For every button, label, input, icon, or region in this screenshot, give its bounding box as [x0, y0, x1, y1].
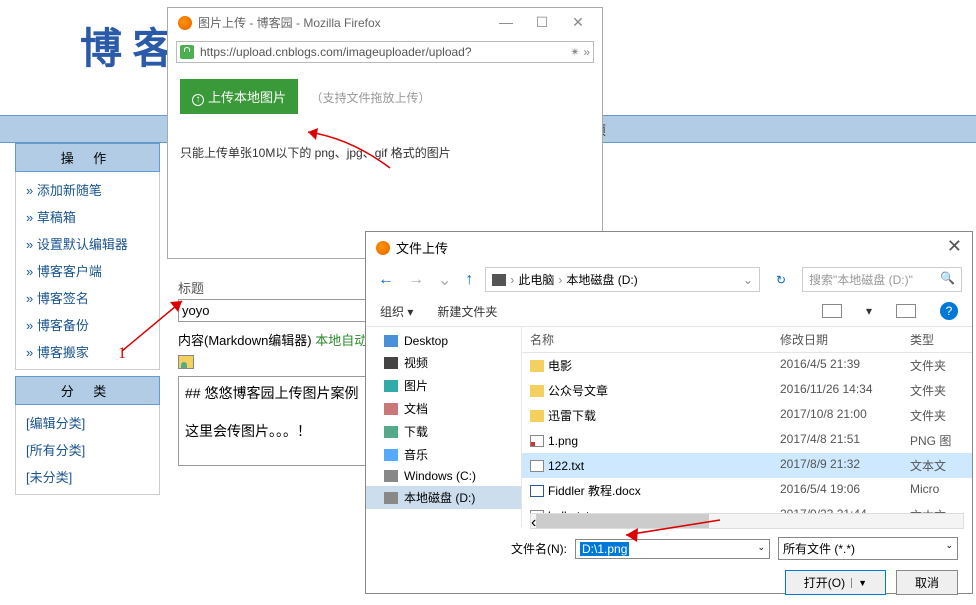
- tree-item[interactable]: 文档: [366, 397, 521, 420]
- autosave-label: 本地自动: [315, 333, 367, 348]
- size-hint: 只能上传单张10M以下的 png、jpg、gif 格式的图片: [180, 144, 590, 161]
- file-row[interactable]: Fiddler 教程.docx2016/5/4 19:06Micro: [522, 478, 972, 503]
- cancel-button[interactable]: 取消: [896, 570, 958, 595]
- content-paren: (Markdown编辑器): [204, 333, 312, 348]
- help-button[interactable]: ?: [940, 302, 958, 320]
- tree-item[interactable]: 音乐: [366, 443, 521, 466]
- filename-label: 文件名(N):: [511, 540, 567, 557]
- upload-icon: ↑: [192, 94, 204, 106]
- folder-icon: [384, 449, 398, 461]
- tree-item[interactable]: 视频: [366, 351, 521, 374]
- sidebar-item[interactable]: 添加新随笔: [16, 176, 159, 203]
- filename-input[interactable]: D:\1.png ⌄: [575, 539, 770, 559]
- firefox-icon: [178, 16, 192, 30]
- filename-value: D:\1.png: [580, 542, 629, 556]
- open-label: 打开(O): [804, 574, 845, 591]
- col-date[interactable]: 修改日期: [772, 327, 902, 352]
- sidebar-item[interactable]: 博客签名: [16, 284, 159, 311]
- tree-item[interactable]: 本地磁盘 (D:): [366, 486, 521, 509]
- sidebar-ops-header: 操 作: [15, 143, 160, 172]
- address-bar[interactable]: https://upload.cnblogs.com/imageuploader…: [176, 41, 594, 63]
- folder-icon: [384, 492, 398, 504]
- tree-item[interactable]: Desktop: [366, 331, 521, 351]
- sidebar-item[interactable]: 博客备份: [16, 311, 159, 338]
- tree-item[interactable]: 下载: [366, 420, 521, 443]
- file-dialog: 文件上传 ✕ ← → ⌄ ↑ › 此电脑 › 本地磁盘 (D:) ⌄ ↻ 搜索"…: [365, 231, 973, 594]
- folder-icon: [384, 357, 398, 369]
- file-row[interactable]: 122.txt2017/8/9 21:32文本文: [522, 453, 972, 478]
- tree-item[interactable]: Windows (C:): [366, 466, 521, 486]
- search-icon: 🔍: [940, 271, 955, 288]
- nav-back-button[interactable]: ←: [376, 271, 396, 289]
- bc-drive[interactable]: 本地磁盘 (D:): [566, 271, 637, 288]
- search-placeholder: 搜索"本地磁盘 (D:)": [809, 271, 913, 288]
- close-button[interactable]: ✕: [560, 14, 596, 31]
- folder-icon: [530, 385, 544, 397]
- annotation-1: 1: [118, 345, 126, 363]
- sidebar: 操 作 添加新随笔草稿箱设置默认编辑器博客客户端博客签名博客备份博客搬家 分 类…: [15, 143, 160, 495]
- bc-pc[interactable]: 此电脑: [518, 271, 554, 288]
- folder-icon: [384, 470, 398, 482]
- file-row[interactable]: 公众号文章2016/11/26 14:34文件夹: [522, 378, 972, 403]
- filter-label: 所有文件 (*.*): [783, 540, 855, 557]
- sidebar-category[interactable]: [未分类]: [16, 463, 159, 490]
- content-label-text: 内容: [178, 333, 204, 348]
- sidebar-item[interactable]: 设置默认编辑器: [16, 230, 159, 257]
- folder-icon: [384, 426, 398, 438]
- dialog-title: 文件上传: [396, 238, 448, 257]
- folder-icon: [530, 410, 544, 422]
- png-icon: [530, 435, 544, 447]
- organize-button[interactable]: 组织 ▾: [380, 303, 413, 320]
- sidebar-item[interactable]: 博客搬家: [16, 338, 159, 365]
- col-name[interactable]: 名称: [522, 327, 772, 352]
- docx-icon: [530, 485, 544, 497]
- dialog-close-button[interactable]: ✕: [947, 236, 962, 257]
- site-logo: 博 客: [80, 15, 175, 76]
- view-options-button[interactable]: [822, 304, 842, 318]
- upload-local-image-button[interactable]: ↑ 上传本地图片: [180, 79, 298, 114]
- sidebar-category[interactable]: [所有分类]: [16, 436, 159, 463]
- insert-image-icon[interactable]: [178, 355, 194, 369]
- horiz-scrollbar[interactable]: ‹: [530, 513, 964, 529]
- folder-icon: [384, 380, 398, 392]
- txt-icon: [530, 460, 544, 472]
- preview-pane-button[interactable]: [896, 304, 916, 318]
- file-row[interactable]: 迅雷下载2017/10/8 21:00文件夹: [522, 403, 972, 428]
- nav-forward-button[interactable]: →: [406, 271, 426, 289]
- popup-title: 图片上传 - 博客园 - Mozilla Firefox: [198, 14, 381, 31]
- folder-icon: [384, 403, 398, 415]
- search-input[interactable]: 搜索"本地磁盘 (D:)" 🔍: [802, 267, 962, 292]
- sidebar-cat-header: 分 类: [15, 376, 160, 405]
- drag-hint: （支持文件拖放上传）: [310, 89, 430, 106]
- url-text: https://upload.cnblogs.com/imageuploader…: [200, 45, 570, 59]
- new-folder-button[interactable]: 新建文件夹: [437, 303, 497, 320]
- maximize-button[interactable]: ☐: [524, 14, 560, 31]
- folder-tree: Desktop视频图片文档下载音乐Windows (C:)本地磁盘 (D:): [366, 327, 521, 527]
- upload-btn-label: 上传本地图片: [208, 90, 286, 105]
- folder-icon: [530, 360, 544, 372]
- sidebar-item[interactable]: 博客客户端: [16, 257, 159, 284]
- open-button[interactable]: 打开(O) ▼: [785, 570, 886, 595]
- file-list: 名称 修改日期 类型 电影2016/4/5 21:39文件夹公众号文章2016/…: [521, 327, 972, 527]
- folder-icon: [384, 335, 398, 347]
- nav-dropdown[interactable]: ⌄: [436, 270, 453, 290]
- tree-item[interactable]: 图片: [366, 374, 521, 397]
- lock-icon: [180, 45, 194, 59]
- col-type[interactable]: 类型: [902, 327, 972, 352]
- breadcrumb[interactable]: › 此电脑 › 本地磁盘 (D:) ⌄: [485, 267, 760, 292]
- addr-tray[interactable]: ✴ »: [570, 45, 590, 59]
- file-row[interactable]: 1.png2017/4/8 21:51PNG 图: [522, 428, 972, 453]
- nav-up-button[interactable]: ↑: [463, 271, 475, 289]
- file-row[interactable]: 电影2016/4/5 21:39文件夹: [522, 353, 972, 378]
- pc-icon: [492, 274, 506, 286]
- sidebar-category[interactable]: [编辑分类]: [16, 409, 159, 436]
- refresh-button[interactable]: ↻: [770, 270, 792, 290]
- file-type-filter[interactable]: 所有文件 (*.*) ⌄: [778, 537, 958, 560]
- upload-popup: 图片上传 - 博客园 - Mozilla Firefox — ☐ ✕ https…: [167, 7, 603, 259]
- minimize-button[interactable]: —: [488, 14, 524, 31]
- firefox-icon: [376, 241, 390, 255]
- sidebar-item[interactable]: 草稿箱: [16, 203, 159, 230]
